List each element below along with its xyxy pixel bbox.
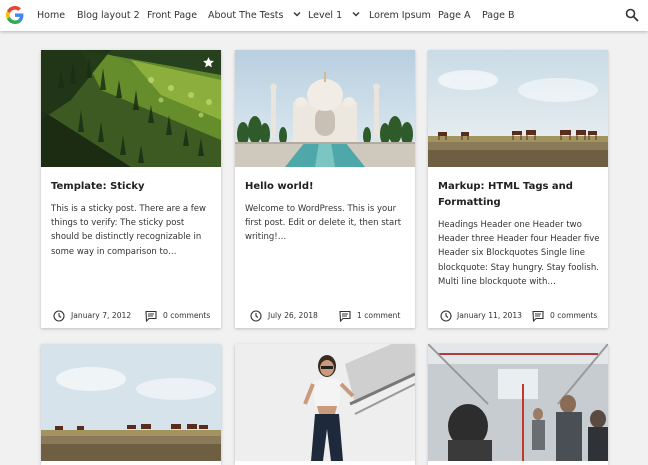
post-date[interactable]: January 7, 2012 [53, 304, 148, 328]
post-title[interactable]: Hello world! [245, 179, 405, 195]
post-excerpt: Welcome to WordPress. This is your first… [245, 204, 402, 243]
nav-label: Front Page [147, 10, 198, 21]
horses-plain-image [428, 50, 608, 167]
post-card[interactable] [41, 344, 221, 465]
post-comments-text: 0 comments [163, 311, 211, 320]
nav-item-page-b[interactable]: Page B [482, 0, 515, 31]
horses-plain-image [41, 344, 221, 461]
post-card[interactable]: Hello world! Welcome to WordPress. This … [235, 50, 415, 328]
nav-item-level-1[interactable]: Level 1 [308, 0, 361, 31]
star-icon [203, 57, 214, 68]
nav-item-about-the-tests[interactable]: About The Tests [208, 0, 302, 31]
post-thumbnail[interactable] [235, 344, 415, 461]
clock-icon [53, 310, 65, 322]
forest-hillside-image [41, 50, 221, 167]
nav-item-home[interactable]: Home [37, 0, 65, 31]
nav-label: About The Tests [208, 10, 284, 21]
nav-label: Home [37, 10, 66, 21]
post-thumbnail[interactable] [41, 50, 221, 167]
post-thumbnail[interactable] [428, 50, 608, 167]
post-date-text: July 26, 2018 [268, 311, 318, 320]
search-icon[interactable] [625, 8, 639, 22]
post-excerpt: This is a sticky post. There are a few t… [51, 204, 206, 257]
google-g-icon[interactable] [6, 6, 24, 24]
post-meta: January 7, 2012 0 comments [41, 304, 221, 328]
clock-icon [440, 310, 452, 322]
chevron-down-icon [352, 12, 360, 17]
post-date[interactable]: July 26, 2018 [250, 304, 340, 328]
post-title[interactable]: Markup: HTML Tags and Formatting [438, 179, 598, 211]
nav-label: Page B [482, 10, 515, 21]
post-thumbnail[interactable] [428, 344, 608, 461]
nav-label: Page A [438, 10, 471, 21]
comment-icon [339, 310, 351, 322]
post-date-text: January 7, 2012 [71, 311, 132, 320]
post-date[interactable]: January 11, 2013 [440, 304, 538, 328]
comment-icon [145, 310, 157, 322]
nav-label: Lorem Ipsum [369, 10, 431, 21]
nav-label: Level 1 [308, 10, 343, 21]
post-card[interactable]: Markup: HTML Tags and Formatting Heading… [428, 50, 608, 328]
post-comments[interactable]: 1 comment [339, 304, 415, 328]
post-meta: July 26, 2018 1 comment [235, 304, 415, 328]
post-comments-text: 1 comment [357, 311, 401, 320]
post-title[interactable]: Template: Sticky [51, 179, 211, 195]
nav-label: Blog layout 2 [77, 10, 140, 21]
post-meta: January 11, 2013 0 comments [428, 304, 608, 328]
post-card[interactable] [428, 344, 608, 465]
post-thumbnail[interactable] [41, 344, 221, 461]
post-comments[interactable]: 0 comments [145, 304, 221, 328]
nav-item-page-a[interactable]: Page A [438, 0, 471, 31]
post-card[interactable]: Template: Sticky This is a sticky post. … [41, 50, 221, 328]
top-navigation-bar: Home Blog layout 2 Front Page About The … [0, 0, 648, 31]
post-thumbnail[interactable] [235, 50, 415, 167]
post-comments[interactable]: 0 comments [532, 304, 608, 328]
post-comments-text: 0 comments [550, 311, 598, 320]
chevron-down-icon [293, 12, 301, 17]
comment-icon [532, 310, 544, 322]
post-card[interactable] [235, 344, 415, 465]
nav-item-lorem-ipsum[interactable]: Lorem Ipsum [369, 0, 431, 31]
clock-icon [250, 310, 262, 322]
nav-item-front-page[interactable]: Front Page [147, 0, 197, 31]
taj-mahal-image [235, 50, 415, 167]
woman-railing-image [235, 344, 415, 461]
nav-item-blog-layout-2[interactable]: Blog layout 2 [77, 0, 140, 31]
post-date-text: January 11, 2013 [457, 311, 523, 320]
bus-interior-image [428, 344, 608, 461]
post-excerpt: Headings Header one Header two Header th… [438, 220, 600, 287]
